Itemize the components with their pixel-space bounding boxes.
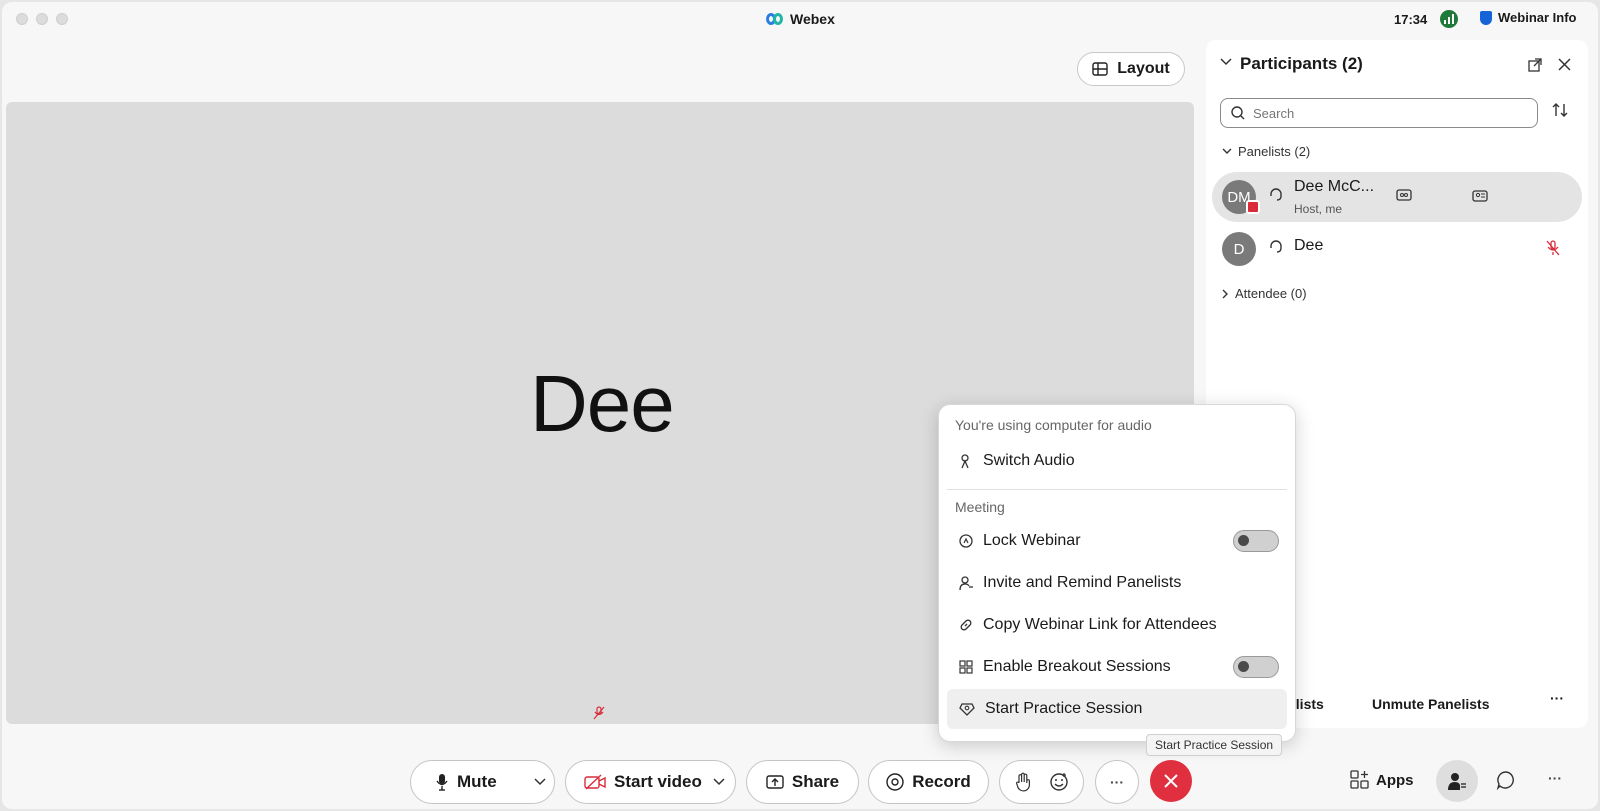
participant-search-field[interactable] [1220, 98, 1538, 128]
shield-icon [1480, 10, 1492, 25]
share-button[interactable]: Share [746, 760, 859, 804]
network-signal-icon[interactable] [1440, 10, 1458, 28]
invite-panelists-label: Invite and Remind Panelists [983, 574, 1182, 591]
zoom-window-button[interactable] [56, 13, 68, 25]
invite-person-icon [959, 576, 973, 591]
menu-divider [947, 489, 1287, 490]
copy-link-item[interactable]: Copy Webinar Link for Attendees [947, 605, 1287, 645]
breakout-sessions-item[interactable]: Enable Breakout Sessions [947, 647, 1287, 687]
apps-button[interactable]: Apps [1350, 770, 1414, 790]
headset-icon [1268, 186, 1284, 202]
panelists-group-label: Panelists (2) [1238, 144, 1311, 159]
muted-mic-icon[interactable] [1546, 240, 1560, 256]
breakout-sessions-label: Enable Breakout Sessions [983, 658, 1171, 675]
lock-webinar-label: Lock Webinar [983, 532, 1081, 549]
share-label: Share [791, 772, 840, 791]
copy-link-label: Copy Webinar Link for Attendees [983, 616, 1217, 633]
title-bar: Webex 17:34 Webinar Info [2, 2, 1598, 38]
invite-panelists-item[interactable]: Invite and Remind Panelists [947, 563, 1287, 603]
webex-logo-icon [766, 13, 784, 25]
avatar: D [1222, 232, 1256, 266]
layout-button[interactable]: Layout [1077, 52, 1185, 86]
apps-grid-icon [1350, 770, 1369, 789]
headset-icon [1268, 238, 1284, 254]
captions-icon[interactable] [1396, 189, 1412, 203]
panelists-group-toggle[interactable]: Panelists (2) [1222, 144, 1310, 159]
breakout-grid-icon [959, 660, 973, 674]
app-title-text: Webex [790, 11, 835, 27]
switch-audio-label: Switch Audio [983, 452, 1075, 469]
mute-label: Mute [457, 772, 497, 791]
audio-options-chevron-icon[interactable] [534, 778, 546, 786]
practice-session-tooltip: Start Practice Session [1146, 734, 1283, 756]
popout-icon[interactable] [1528, 58, 1542, 72]
record-button[interactable]: Record [868, 760, 989, 804]
switch-audio-icon [961, 454, 969, 469]
microphone-icon [436, 774, 448, 791]
more-options-label: ··· [1110, 774, 1124, 790]
record-label: Record [912, 772, 971, 791]
video-card-icon[interactable] [1472, 189, 1488, 203]
minimize-window-button[interactable] [36, 13, 48, 25]
share-screen-icon [766, 775, 784, 789]
layout-button-label: Layout [1117, 60, 1170, 77]
practice-session-icon [959, 703, 975, 716]
stage-participant-name: Dee [530, 359, 675, 448]
raise-hand-icon[interactable] [1015, 772, 1031, 792]
attendee-group-toggle[interactable]: Attendee (0) [1222, 286, 1307, 301]
participant-role: Host, me [1294, 202, 1343, 216]
attendee-group-label: Attendee (0) [1235, 286, 1307, 301]
panel-more-button[interactable]: ··· [1550, 690, 1564, 706]
more-tools-button[interactable]: ··· [1548, 770, 1562, 786]
close-icon [1164, 774, 1178, 788]
start-video-label: Start video [614, 772, 702, 791]
start-practice-session-item[interactable]: Start Practice Session [947, 689, 1287, 729]
host-badge-icon [1246, 200, 1260, 214]
apps-label: Apps [1376, 771, 1414, 789]
lock-icon [959, 534, 973, 548]
start-practice-session-label: Start Practice Session [985, 700, 1143, 717]
sort-icon[interactable] [1552, 102, 1568, 118]
switch-audio-item[interactable]: Switch Audio [947, 441, 1287, 481]
meeting-section-header: Meeting [955, 499, 1005, 515]
participant-name: Dee McC... [1294, 178, 1375, 195]
lock-webinar-item[interactable]: Lock Webinar [947, 521, 1287, 561]
participant-row[interactable]: DM Dee McC... Host, me [1212, 172, 1582, 222]
record-icon [886, 773, 904, 791]
collapse-panel-chevron-icon[interactable] [1220, 58, 1232, 66]
lock-webinar-toggle[interactable] [1233, 530, 1279, 552]
chevron-down-icon [1222, 148, 1232, 154]
start-video-button[interactable]: Start video [565, 760, 736, 804]
end-meeting-button[interactable] [1150, 760, 1192, 802]
breakout-sessions-toggle[interactable] [1233, 656, 1279, 678]
close-window-button[interactable] [16, 13, 28, 25]
mute-button[interactable]: Mute [410, 760, 555, 804]
audio-section-header: You're using computer for audio [955, 417, 1152, 433]
chat-icon[interactable] [1496, 770, 1516, 790]
participant-name: Dee [1294, 237, 1324, 254]
chevron-right-icon [1222, 289, 1228, 298]
more-options-button[interactable]: ··· [1095, 760, 1139, 804]
clock: 17:34 [1394, 12, 1428, 27]
reaction-emoji-icon[interactable] [1049, 772, 1069, 792]
video-options-chevron-icon[interactable] [713, 778, 725, 786]
more-options-menu: You're using computer for audio Switch A… [938, 404, 1296, 742]
reactions-group [999, 760, 1084, 804]
close-panel-icon[interactable] [1558, 58, 1571, 71]
video-off-icon [584, 774, 606, 790]
participants-icon [1448, 773, 1466, 790]
unmute-panelists-button[interactable]: Unmute Panelists [1372, 696, 1489, 712]
webinar-info-button[interactable]: Webinar Info [1480, 10, 1576, 25]
muted-mic-icon [593, 706, 605, 720]
webex-window: Webex 17:34 Webinar Info Layout Dee Part… [2, 2, 1598, 809]
search-input[interactable] [1253, 105, 1523, 121]
webinar-info-label: Webinar Info [1498, 10, 1577, 25]
participants-toggle-button[interactable] [1436, 760, 1478, 802]
app-title: Webex [766, 11, 835, 27]
link-icon [960, 619, 972, 631]
search-icon [1231, 106, 1245, 120]
layout-grid-icon [1092, 62, 1108, 76]
participant-row[interactable]: D Dee [1212, 224, 1582, 274]
participants-title: Participants (2) [1240, 54, 1363, 73]
